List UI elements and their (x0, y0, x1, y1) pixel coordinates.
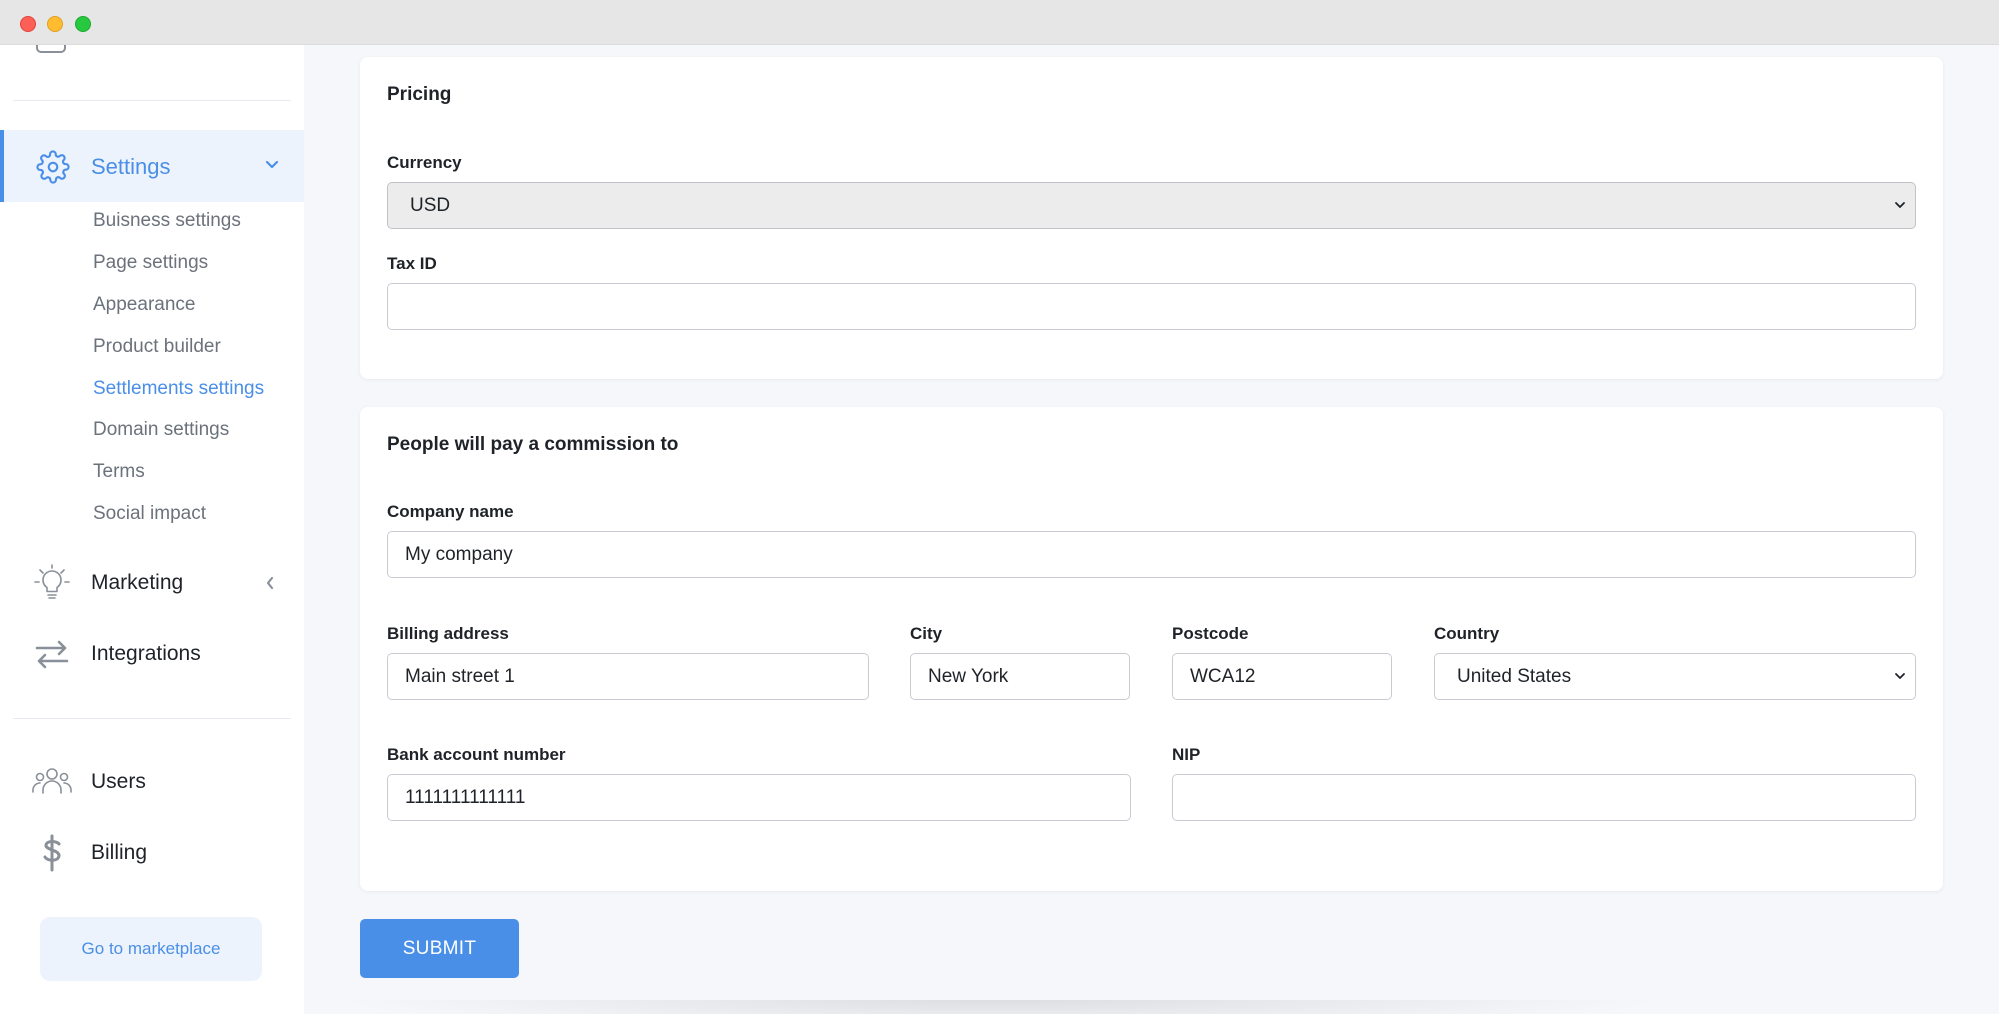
bottom-shadow (330, 1000, 1670, 1014)
partial-item-icon (36, 45, 66, 53)
gear-icon (36, 150, 70, 184)
postcode-input[interactable] (1172, 653, 1392, 700)
chevron-down-icon (1895, 202, 1905, 208)
billing-address-label: Billing address (387, 624, 509, 643)
billing-address-input[interactable] (387, 653, 869, 700)
commission-card-title: People will pay a commission to (387, 434, 679, 455)
city-label: City (910, 624, 943, 643)
sidebar-subitem-page-settings[interactable]: Page settings (93, 252, 208, 274)
bank-account-label: Bank account number (387, 745, 566, 764)
currency-select[interactable]: USD (387, 182, 1916, 229)
sidebar-subitem-settlements-settings[interactable]: Settlements settings (93, 378, 264, 400)
country-label: Country (1434, 624, 1500, 643)
sidebar-divider (13, 100, 291, 101)
sidebar-subitem-social-impact[interactable]: Social impact (93, 503, 206, 525)
sidebar-subitem-business-settings[interactable]: Buisness settings (93, 210, 241, 232)
sidebar-item-label: Billing (91, 841, 148, 864)
arrows-exchange-icon (35, 640, 69, 669)
chevron-down-icon (265, 160, 279, 169)
users-icon (32, 768, 72, 794)
sidebar-divider (13, 718, 291, 719)
dollar-icon (43, 834, 61, 872)
tax-id-input[interactable] (387, 283, 1916, 330)
company-name-label: Company name (387, 502, 514, 521)
sidebar-item-integrations[interactable]: Integrations (0, 629, 304, 679)
pricing-card-title: Pricing (387, 84, 452, 105)
go-to-marketplace-button[interactable]: Go to marketplace (40, 917, 262, 981)
sidebar-subitem-appearance[interactable]: Appearance (93, 294, 195, 316)
sidebar-item-label: Integrations (91, 642, 201, 665)
sidebar-item-marketing[interactable]: Marketing (0, 558, 304, 608)
nip-input[interactable] (1172, 774, 1916, 821)
bank-account-input[interactable] (387, 774, 1131, 821)
close-window-button[interactable] (20, 16, 36, 32)
pricing-card: Pricing Currency USD Tax ID (360, 57, 1943, 379)
sidebar-item-label: Users (91, 770, 146, 793)
country-select[interactable]: United States (1434, 653, 1916, 700)
sidebar-subitem-domain-settings[interactable]: Domain settings (93, 419, 229, 441)
lightbulb-icon (34, 564, 70, 599)
sidebar-subitem-terms[interactable]: Terms (93, 461, 145, 483)
city-input[interactable] (910, 653, 1130, 700)
commission-card: People will pay a commission to Company … (360, 407, 1943, 891)
sidebar-item-label: Settings (91, 154, 171, 179)
sidebar-item-settings[interactable]: Settings (0, 130, 304, 202)
sidebar: Settings Buisness settings Page settings… (0, 45, 304, 1014)
nip-label: NIP (1172, 745, 1201, 764)
sidebar-item-label: Marketing (91, 571, 184, 594)
maximize-window-button[interactable] (75, 16, 91, 32)
currency-label: Currency (387, 153, 462, 172)
chevron-left-icon (266, 576, 274, 590)
tax-id-label: Tax ID (387, 254, 437, 273)
currency-value: USD (410, 195, 451, 216)
sidebar-item-users[interactable]: Users (0, 757, 304, 807)
chevron-down-icon (1895, 673, 1905, 679)
postcode-label: Postcode (1172, 624, 1249, 643)
minimize-window-button[interactable] (47, 16, 63, 32)
window-titlebar (0, 0, 1999, 45)
sidebar-item-billing[interactable]: Billing (0, 828, 304, 878)
sidebar-subitem-product-builder[interactable]: Product builder (93, 336, 221, 358)
company-name-input[interactable] (387, 531, 1916, 578)
app-window: Settings Buisness settings Page settings… (0, 0, 1999, 1014)
country-value: United States (1457, 666, 1572, 687)
submit-button[interactable]: SUBMIT (360, 919, 519, 978)
